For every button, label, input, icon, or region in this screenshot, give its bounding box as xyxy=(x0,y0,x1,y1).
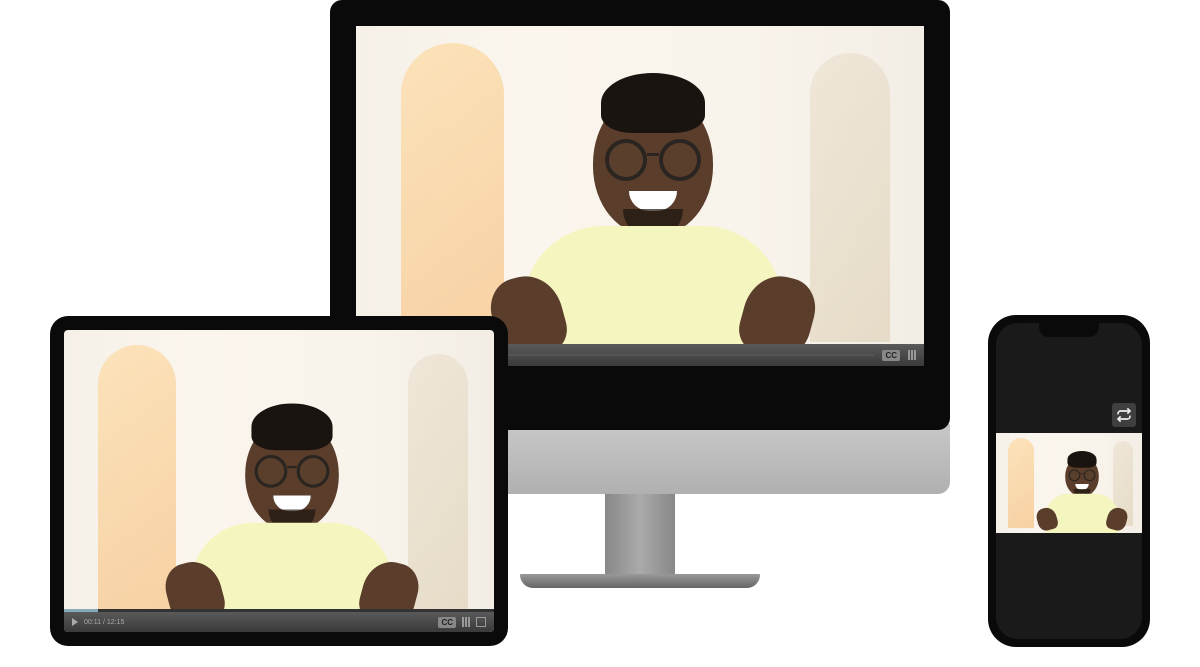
closed-captions-button[interactable]: CC xyxy=(882,350,900,361)
closed-captions-button[interactable]: CC xyxy=(438,617,456,628)
time-display: 00:11 / 12:15 xyxy=(84,619,124,626)
glasses-lens-right xyxy=(659,139,701,181)
person-smile xyxy=(629,191,677,211)
glasses-lens-left xyxy=(1069,469,1081,481)
glasses-bridge xyxy=(287,466,296,468)
monitor-stand-neck xyxy=(605,494,675,574)
background-archway-left xyxy=(98,345,175,617)
glasses-lens-left xyxy=(605,139,647,181)
glasses-bridge xyxy=(1080,473,1083,474)
glasses-lens-left xyxy=(255,455,288,488)
video-presenter-person xyxy=(191,418,394,633)
glasses-lens-right xyxy=(1084,469,1096,481)
volume-icon[interactable] xyxy=(72,618,78,626)
phone-video-area[interactable] xyxy=(996,433,1142,533)
person-glasses xyxy=(605,139,701,173)
fullscreen-icon[interactable] xyxy=(476,617,486,627)
person-glasses xyxy=(255,455,330,482)
background-archway-left xyxy=(401,43,503,349)
person-hair xyxy=(1067,451,1096,468)
video-presenter-person xyxy=(1046,456,1119,533)
video-presenter-person xyxy=(523,91,783,366)
tablet-device: 00:11 / 12:15 CC xyxy=(50,316,508,646)
glasses-lens-right xyxy=(297,455,330,488)
person-hair xyxy=(251,403,332,450)
tablet-video-screen[interactable]: 00:11 / 12:15 CC xyxy=(64,330,494,632)
person-hand-left xyxy=(1035,506,1060,533)
phone-notch xyxy=(1039,323,1099,337)
phone-screen[interactable] xyxy=(996,323,1142,639)
phone-device xyxy=(988,315,1150,647)
monitor-stand-base xyxy=(520,574,760,588)
background-archway-right xyxy=(408,354,468,611)
person-head xyxy=(245,418,339,531)
spacer xyxy=(130,621,432,623)
background-archway-right xyxy=(810,53,890,342)
background-archway-left xyxy=(1008,438,1034,528)
repeat-button[interactable] xyxy=(1112,403,1136,427)
menu-bars-icon[interactable] xyxy=(908,350,916,360)
person-glasses xyxy=(1069,469,1096,479)
person-hair xyxy=(601,73,705,133)
monitor-video-screen[interactable]: CC xyxy=(356,26,924,366)
person-head xyxy=(1065,456,1099,497)
repeat-icon xyxy=(1116,407,1132,423)
person-body-shirt xyxy=(1046,494,1119,533)
person-head xyxy=(593,91,713,236)
menu-bars-icon[interactable] xyxy=(462,617,470,627)
tablet-video-controls[interactable]: 00:11 / 12:15 CC xyxy=(64,612,494,632)
glasses-bridge xyxy=(647,153,659,156)
